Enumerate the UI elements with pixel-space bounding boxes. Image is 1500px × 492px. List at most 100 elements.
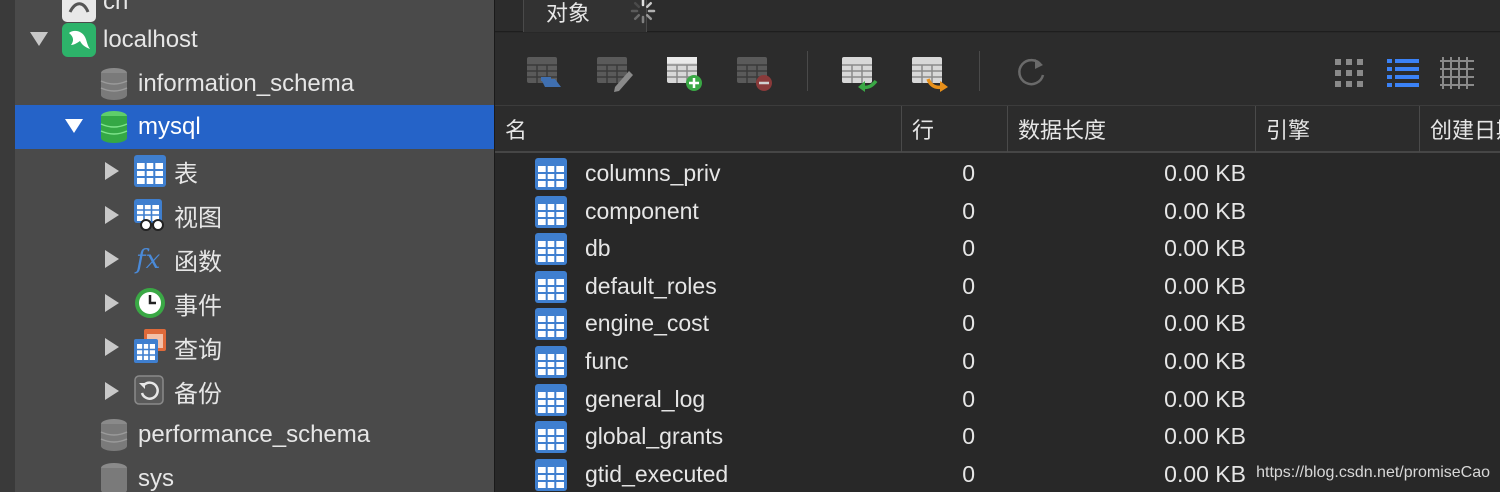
database-performance-schema[interactable]: performance_schema bbox=[15, 413, 494, 457]
database-label: performance_schema bbox=[138, 421, 371, 448]
sidebar-item-functions[interactable]: fx 函数 bbox=[15, 237, 494, 281]
table-icon bbox=[535, 308, 567, 341]
database-icon bbox=[100, 111, 128, 143]
table-name: db bbox=[585, 235, 611, 262]
tab-objects[interactable]: 对象 bbox=[523, 0, 656, 32]
loading-spinner-icon bbox=[630, 0, 656, 24]
table-icon bbox=[535, 458, 567, 491]
detail-view-icon[interactable] bbox=[1437, 53, 1477, 93]
expand-triangle-icon[interactable] bbox=[105, 162, 119, 180]
database-sys[interactable]: sys bbox=[15, 457, 494, 492]
table-row-count: 0 bbox=[962, 460, 975, 487]
sidebar-item-label: cn bbox=[103, 0, 129, 15]
collapse-triangle-icon[interactable] bbox=[30, 32, 48, 46]
sidebar-item-label: 事件 bbox=[174, 292, 222, 320]
table-name: func bbox=[585, 348, 629, 374]
new-table-button[interactable] bbox=[665, 53, 705, 93]
table-row[interactable]: db 0 0.00 KB bbox=[495, 230, 1500, 268]
table-row-count: 0 bbox=[962, 310, 975, 337]
table-data-length: 0.00 KB bbox=[1164, 348, 1246, 374]
column-header-data-length[interactable]: 数据长度 bbox=[1007, 106, 1255, 152]
table-row[interactable]: engine_cost 0 0.00 KB bbox=[495, 305, 1500, 343]
table-name: gtid_executed bbox=[585, 460, 729, 487]
database-icon bbox=[100, 419, 128, 451]
table-name: columns_priv bbox=[585, 160, 721, 186]
table-name: global_grants bbox=[585, 423, 724, 450]
objects-toolbar bbox=[495, 33, 1500, 105]
table-icon bbox=[535, 421, 567, 454]
open-table-button[interactable] bbox=[525, 53, 565, 93]
table-icon bbox=[535, 383, 567, 416]
event-clock-icon bbox=[135, 288, 165, 318]
table-row[interactable]: general_log 0 0.00 KB bbox=[495, 381, 1500, 419]
expand-triangle-icon[interactable] bbox=[105, 338, 119, 356]
delete-table-button[interactable] bbox=[735, 53, 775, 93]
view-icon bbox=[134, 199, 164, 231]
column-header-rows[interactable]: 行 bbox=[901, 106, 1007, 152]
table-row[interactable]: global_grants 0 0.00 KB bbox=[495, 418, 1500, 456]
sidebar-item-label: 表 bbox=[174, 160, 198, 188]
list-view-icon[interactable] bbox=[1383, 53, 1423, 93]
table-row-count: 0 bbox=[962, 423, 975, 450]
table-data-length: 0.00 KB bbox=[1164, 310, 1246, 337]
sidebar-edge bbox=[0, 0, 15, 492]
column-header-created-date[interactable]: 创建日期 bbox=[1419, 106, 1500, 152]
sidebar-item-label: 备份 bbox=[174, 380, 222, 408]
sidebar-item-queries[interactable]: 查询 bbox=[15, 325, 494, 369]
table-row[interactable]: columns_priv 0 0.00 KB bbox=[495, 155, 1500, 193]
table-icon bbox=[134, 155, 166, 187]
backup-icon bbox=[134, 375, 164, 405]
database-information-schema[interactable]: information_schema bbox=[15, 62, 494, 106]
refresh-button[interactable] bbox=[1011, 53, 1051, 93]
table-row[interactable]: component 0 0.00 KB bbox=[495, 193, 1500, 231]
table-name: engine_cost bbox=[585, 310, 710, 337]
table-icon bbox=[535, 233, 567, 266]
table-data-length: 0.00 KB bbox=[1164, 423, 1246, 450]
mysql-dolphin-icon bbox=[62, 23, 96, 57]
database-label: information_schema bbox=[138, 70, 355, 97]
table-row[interactable]: default_roles 0 0.00 KB bbox=[495, 268, 1500, 306]
expand-triangle-icon[interactable] bbox=[105, 382, 119, 400]
export-wizard-button[interactable] bbox=[910, 53, 950, 93]
function-icon: fx bbox=[134, 245, 161, 275]
database-mysql[interactable]: mysql bbox=[15, 105, 494, 149]
sidebar-item-backups[interactable]: 备份 bbox=[15, 369, 494, 413]
import-wizard-button[interactable] bbox=[840, 53, 880, 93]
connection-localhost[interactable]: localhost bbox=[15, 18, 494, 62]
sidebar-item-label: 查询 bbox=[174, 336, 222, 364]
expand-triangle-icon[interactable] bbox=[105, 250, 119, 268]
grid-view-icon[interactable] bbox=[1329, 53, 1369, 93]
sidebar-item-views[interactable]: 视图 bbox=[15, 193, 494, 237]
collapse-triangle-icon[interactable] bbox=[65, 119, 83, 133]
table-icon bbox=[535, 158, 567, 190]
column-header-engine[interactable]: 引擎 bbox=[1255, 106, 1419, 152]
database-icon bbox=[100, 68, 128, 100]
table-row-count: 0 bbox=[962, 348, 975, 374]
table-data-length: 0.00 KB bbox=[1164, 272, 1246, 299]
table-row-count: 0 bbox=[962, 197, 975, 224]
sidebar-item-events[interactable]: 事件 bbox=[15, 281, 494, 325]
table-data-length: 0.00 KB bbox=[1164, 385, 1246, 412]
table-icon bbox=[535, 195, 567, 228]
table-name: component bbox=[585, 197, 699, 224]
toolbar-separator bbox=[979, 51, 980, 91]
table-data-length: 0.00 KB bbox=[1164, 197, 1246, 224]
table-data-length: 0.00 KB bbox=[1164, 460, 1246, 487]
expand-triangle-icon[interactable] bbox=[105, 294, 119, 312]
sidebar-item-tables[interactable]: 表 bbox=[15, 149, 494, 193]
sidebar-item-label: 函数 bbox=[174, 248, 222, 276]
connection-label: localhost bbox=[103, 26, 198, 53]
design-table-button[interactable] bbox=[595, 53, 635, 93]
column-header-name[interactable]: 名 bbox=[495, 106, 901, 152]
objects-pane: 对象 名 行 数据长度 引擎 创建日 columns_priv 0 0.00 K… bbox=[494, 0, 1500, 492]
table-name: general_log bbox=[585, 385, 706, 412]
table-row-count: 0 bbox=[962, 160, 975, 186]
table-header: 名 行 数据长度 引擎 创建日期 bbox=[495, 105, 1500, 153]
database-label: sys bbox=[138, 465, 174, 492]
table-name: default_roles bbox=[585, 272, 717, 299]
table-row[interactable]: func 0 0.00 KB bbox=[495, 343, 1500, 381]
database-label: mysql bbox=[138, 113, 201, 140]
expand-triangle-icon[interactable] bbox=[105, 206, 119, 224]
sidebar-item-label: 视图 bbox=[174, 204, 222, 232]
watermark-text: https://blog.csdn.net/promiseCao bbox=[1256, 464, 1490, 481]
